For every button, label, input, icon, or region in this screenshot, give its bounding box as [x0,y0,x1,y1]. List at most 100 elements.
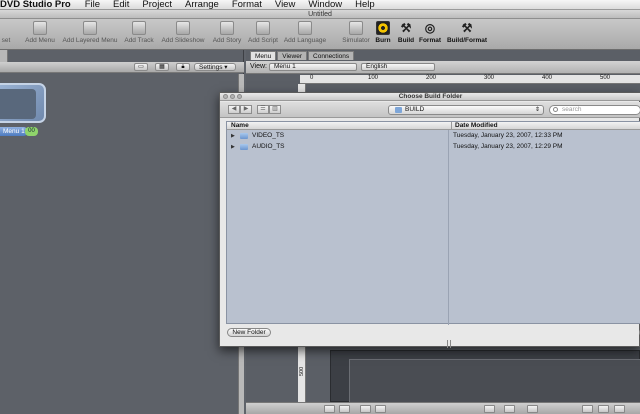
choose-build-folder-dialog: Choose Build Folder ◀ ▶ ☰ ▥ BUILD ⇕ sear… [219,92,640,348]
menu-canvas[interactable] [330,350,640,403]
ruler-tick: 200 [426,75,437,81]
toolbar-partial-item[interactable]: set [0,21,12,44]
preview-icon[interactable] [614,405,625,413]
menu-file[interactable]: File [85,0,100,10]
menu-tile-label: Menu 1 [0,127,28,136]
format-button[interactable]: ◎ Format [418,21,442,44]
ruler-tick: 0 [310,75,314,81]
view-label: View: [250,63,267,70]
build-button[interactable]: ⚒ Build [396,21,416,44]
search-icon [553,107,558,112]
location-popup[interactable]: BUILD ⇕ [388,105,544,115]
safe-area-icon[interactable] [527,405,538,413]
menu-arrange[interactable]: Arrange [185,0,219,10]
menu-view[interactable]: View [275,0,295,10]
chevron-updown-icon: ⇕ [534,107,540,113]
burn-icon [376,21,390,35]
overlay-icon[interactable] [598,405,609,413]
window-title: Untitled [0,10,640,19]
menu-tile[interactable] [0,83,46,123]
canvas-safe-area [349,359,640,403]
file-row[interactable]: ▶ VIDEO_TS Tuesday, January 23, 2007, 12… [227,131,640,141]
add-layer-icon[interactable] [360,405,371,413]
file-row[interactable]: ▶ AUDIO_TS Tuesday, January 23, 2007, 12… [227,142,640,152]
file-list-header: Name Date Modified [227,122,640,130]
view-bar: View: Menu 1 English [246,61,640,74]
display-mode-icon[interactable] [582,405,593,413]
lock-button[interactable]: 🔒︎ [176,63,190,71]
toolbar: set Add Menu Add Layered Menu Add Track … [0,19,640,50]
hammer-icon: ⚒ [400,21,412,35]
editor-bottom-bar [246,402,640,414]
minimize-icon[interactable] [230,94,235,99]
menu-thumbnail [0,89,36,119]
menu-bar: DVD Studio Pro File Edit Project Arrange… [0,0,640,10]
disclosure-triangle-icon[interactable]: ▶ [231,131,235,141]
guides-icon[interactable] [504,405,515,413]
horizontal-ruler: 0 100 200 300 400 500 [300,75,640,84]
column-divider [448,130,449,325]
add-track-icon [132,21,146,35]
menu-project[interactable]: Project [142,0,172,10]
settings-popup[interactable]: Settings ▾ [194,63,236,71]
add-script-icon [256,21,270,35]
menu-editor-toolbar: ▭ ▦ 🔒︎ Settings ▾ [0,62,244,73]
duplicate-icon[interactable] [375,405,386,413]
ruler-tick: 400 [542,75,553,81]
panel-tab-partial[interactable] [0,50,8,62]
add-script-button[interactable]: Add Script [245,21,281,44]
new-folder-button[interactable]: New Folder [227,328,271,337]
vruler-tick: 500 [299,366,305,376]
search-input[interactable]: search [549,105,640,115]
editor-tabs: Menu Viewer Connections [250,51,355,61]
tab-connections[interactable]: Connections [308,51,355,60]
burn-button[interactable]: Burn [374,21,392,44]
build-format-button[interactable]: ⚒ Build/Format [446,21,488,44]
add-button-icon[interactable] [324,405,335,413]
folder-icon [240,144,248,150]
ruler-tick: 500 [600,75,611,81]
view-select[interactable]: Menu 1 [269,63,357,71]
dialog-toolbar: ◀ ▶ ☰ ▥ BUILD ⇕ search [220,102,640,118]
dialog-title: Choose Build Folder [220,93,640,101]
add-story-button[interactable]: Add Story [209,21,245,44]
close-icon[interactable] [223,94,228,99]
grid-button[interactable]: ▦ [155,63,169,71]
simulator-icon [349,21,363,35]
add-language-icon [298,21,312,35]
back-icon[interactable]: ◀ [228,105,240,114]
zoom-icon[interactable] [484,405,495,413]
dialog-footer: New Folder [220,325,640,347]
add-layered-menu-button[interactable]: Add Layered Menu [61,21,119,44]
zoom-icon[interactable] [237,94,242,99]
list-view-icon[interactable]: ☰ [257,105,269,114]
format-disc-icon: ◎ [424,21,436,35]
simulator-button[interactable]: Simulator [340,21,372,44]
add-track-button[interactable]: Add Track [121,21,157,44]
menu-edit[interactable]: Edit [113,0,129,10]
column-header-name[interactable]: Name [231,122,249,130]
add-story-icon [220,21,234,35]
menu-format[interactable]: Format [232,0,262,10]
add-slideshow-button[interactable]: Add Slideshow [159,21,207,44]
add-text-icon[interactable] [339,405,350,413]
menu-help[interactable]: Help [355,0,375,10]
add-language-button[interactable]: Add Language [283,21,327,44]
build-format-icon: ⚒ [461,21,473,35]
view-mode-button[interactable]: ▭ [134,63,148,71]
app-menu[interactable]: DVD Studio Pro [0,0,71,10]
menu-badge: 00 [25,127,38,136]
tab-viewer[interactable]: Viewer [277,51,308,60]
disclosure-triangle-icon[interactable]: ▶ [231,142,235,152]
add-menu-button[interactable]: Add Menu [22,21,58,44]
column-view-icon[interactable]: ▥ [269,105,281,114]
add-menu-icon [33,21,47,35]
column-header-date[interactable]: Date Modified [451,122,498,130]
tab-menu[interactable]: Menu [250,51,277,60]
ruler-tick: 100 [368,75,379,81]
ruler-tick: 300 [484,75,495,81]
outline-panel: ▭ ▦ 🔒︎ Settings ▾ Menu 1 00 [0,50,244,414]
language-select[interactable]: English [361,63,435,71]
forward-icon[interactable]: ▶ [240,105,252,114]
menu-window[interactable]: Window [308,0,342,10]
